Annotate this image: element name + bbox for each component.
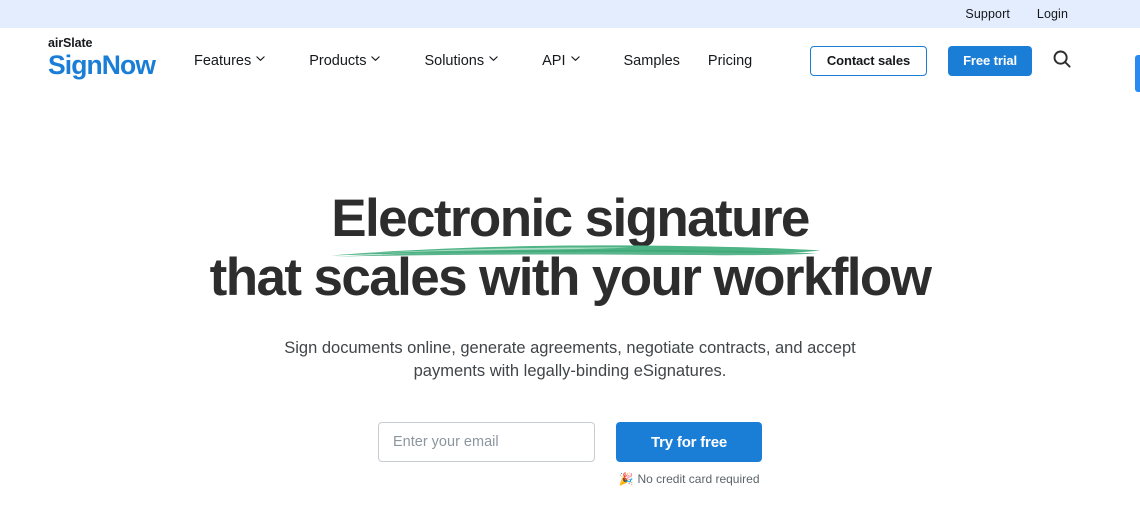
nav-item-label: Features — [194, 52, 252, 69]
hero-title-line-1-wrap: Electronic signature — [331, 189, 821, 257]
party-popper-icon: 🎉 — [618, 472, 634, 486]
cta-wrapper: Try for free 🎉 No credit card required — [616, 422, 762, 486]
chevron-down-icon — [489, 54, 498, 63]
support-link[interactable]: Support — [965, 7, 1009, 21]
nav-item-samples[interactable]: Samples — [624, 53, 680, 69]
site-header: airSlate SignNow Features Products Solut… — [0, 28, 1140, 93]
nav-item-label: API — [542, 52, 566, 69]
search-button[interactable] — [1049, 48, 1075, 74]
logo[interactable]: airSlate SignNow — [48, 36, 172, 79]
hero-section: Electronic signature that scales with yo… — [0, 93, 1140, 517]
contact-sales-button[interactable]: Contact sales — [809, 45, 928, 76]
hero-title-line-1: Electronic signature — [331, 189, 810, 248]
utility-bar: Support Login — [0, 0, 1140, 28]
logo-airslate-text: airSlate — [48, 36, 93, 50]
nav-item-api[interactable]: API — [542, 53, 595, 69]
page-title: Electronic signature that scales with yo… — [0, 93, 1140, 307]
logo-signnow-text: SignNow — [48, 50, 156, 80]
side-tab-handle[interactable] — [1135, 55, 1140, 92]
chevron-down-icon — [256, 54, 265, 63]
nav-item-pricing[interactable]: Pricing — [708, 53, 752, 69]
try-for-free-button[interactable]: Try for free — [616, 422, 762, 462]
chevron-down-icon — [371, 54, 381, 63]
nav-item-features[interactable]: Features — [194, 53, 281, 69]
nav-item-label: Solutions — [424, 52, 485, 69]
hero-title-line-2: that scales with your workflow — [209, 248, 932, 307]
search-icon — [1052, 49, 1072, 72]
header-actions: Contact sales Free trial — [809, 28, 1075, 93]
free-trial-button[interactable]: Free trial — [948, 45, 1032, 76]
nav-item-label: Products — [309, 52, 367, 69]
hero-subtitle: Sign documents online, generate agreemen… — [284, 339, 856, 380]
landing-page: Support Login airSlate SignNow Features … — [0, 0, 1140, 517]
signup-form: Try for free 🎉 No credit card required — [378, 422, 762, 486]
no-credit-card-note-text: No credit card required — [637, 472, 760, 486]
no-credit-card-note: 🎉 No credit card required — [618, 472, 759, 486]
login-link[interactable]: Login — [1037, 7, 1068, 21]
nav-item-label: Samples — [623, 52, 680, 69]
nav-item-label: Pricing — [707, 52, 753, 69]
nav-item-products[interactable]: Products — [309, 53, 396, 69]
chevron-down-icon — [570, 54, 580, 63]
email-input[interactable] — [378, 422, 595, 462]
main-navigation: Features Products Solutions API Samples … — [194, 28, 752, 93]
nav-item-solutions[interactable]: Solutions — [424, 53, 514, 69]
